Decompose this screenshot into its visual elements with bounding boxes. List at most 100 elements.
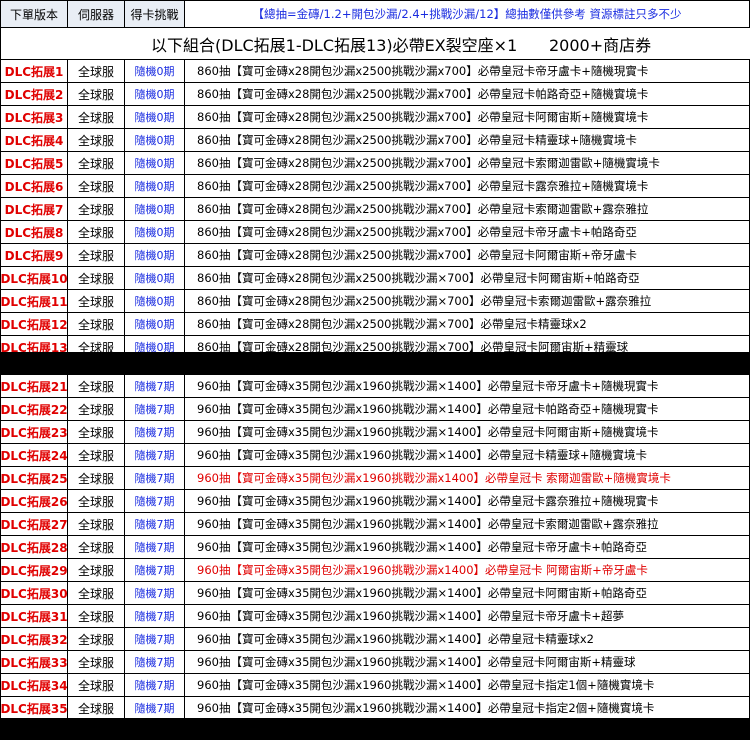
table-row: DLC拓展26 全球服 隨機7期 960抽【寶可金磚x35開包沙漏x1960挑戰沙漏×… bbox=[0, 490, 750, 513]
version-cell: DLC拓展12 bbox=[0, 313, 68, 336]
description-cell: 860抽【寶可金磚x28開包沙漏x2500挑戰沙漏×700】必帶皇冠卡阿爾宙斯+… bbox=[185, 267, 750, 290]
server-cell: 全球服 bbox=[68, 106, 125, 129]
challenge-cell: 隨機7期 bbox=[125, 674, 185, 697]
challenge-cell: 隨機7期 bbox=[125, 398, 185, 421]
version-cell: DLC拓展6 bbox=[0, 175, 68, 198]
description-cell: 960抽【寶可金磚x35開包沙漏x1960挑戰沙漏×1400】必帶皇冠卡阿爾宙斯… bbox=[185, 582, 750, 605]
description-cell: 960抽【寶可金磚x35開包沙漏x1960挑戰沙漏×1400】必帶皇冠卡帝牙盧卡… bbox=[185, 536, 750, 559]
version-cell: DLC拓展22 bbox=[0, 398, 68, 421]
table-row: DLC拓展30 全球服 隨機7期 960抽【寶可金磚x35開包沙漏x1960挑戰沙漏×… bbox=[0, 582, 750, 605]
description-cell: 960抽【寶可金磚x35開包沙漏x1960挑戰沙漏×1400】必帶皇冠卡帝牙盧卡… bbox=[185, 605, 750, 628]
challenge-cell: 隨機7期 bbox=[125, 651, 185, 674]
description-cell: 860抽【寶可金磚x28開包沙漏x2500挑戰沙漏x700】必帶皇冠卡帕路奇亞+… bbox=[185, 83, 750, 106]
challenge-cell: 隨機0期 bbox=[125, 198, 185, 221]
server-cell: 全球服 bbox=[68, 513, 125, 536]
table-row: DLC拓展8 全球服 隨機0期 860抽【寶可金磚x28開包沙漏x2500挑戰沙漏x7… bbox=[0, 221, 750, 244]
server-cell: 全球服 bbox=[68, 198, 125, 221]
challenge-cell: 隨機7期 bbox=[125, 536, 185, 559]
table-row: DLC拓展21 全球服 隨機7期 960抽【寶可金磚x35開包沙漏x1960挑戰沙漏×… bbox=[0, 375, 750, 398]
challenge-cell: 隨機7期 bbox=[125, 513, 185, 536]
table-row: DLC拓展27 全球服 隨機7期 960抽【寶可金磚x35開包沙漏x1960挑戰沙漏×… bbox=[0, 513, 750, 536]
description-cell: 860抽【寶可金磚x28開包沙漏x2500挑戰沙漏x700】必帶皇冠卡索爾迦雷歐… bbox=[185, 198, 750, 221]
challenge-cell: 隨機0期 bbox=[125, 152, 185, 175]
challenge-cell: 隨機0期 bbox=[125, 129, 185, 152]
challenge-cell: 隨機0期 bbox=[125, 106, 185, 129]
bottom-bar bbox=[0, 718, 750, 740]
description-cell: 960抽【寶可金磚x35開包沙漏x1960挑戰沙漏x1400】必帶皇冠卡 索爾迦… bbox=[185, 467, 750, 490]
header-note: 【總抽=金磚/1.2+開包沙漏/2.4+挑戰沙漏/12】總抽數僅供參考 資源標註… bbox=[185, 0, 750, 28]
version-cell: DLC拓展27 bbox=[0, 513, 68, 536]
version-cell: DLC拓展8 bbox=[0, 221, 68, 244]
description-cell: 860抽【寶可金磚x28開包沙漏x2500挑戰沙漏x700】必帶皇冠卡帝牙盧卡+… bbox=[185, 60, 750, 83]
server-cell: 全球服 bbox=[68, 444, 125, 467]
version-cell: DLC拓展23 bbox=[0, 421, 68, 444]
table-row: DLC拓展10 全球服 隨機0期 860抽【寶可金磚x28開包沙漏x2500挑戰沙漏×… bbox=[0, 267, 750, 290]
version-cell: DLC拓展1 bbox=[0, 60, 68, 83]
table-row: DLC拓展31 全球服 隨機7期 960抽【寶可金磚x35開包沙漏x1960挑戰沙漏×… bbox=[0, 605, 750, 628]
challenge-cell: 隨機7期 bbox=[125, 628, 185, 651]
version-cell: DLC拓展9 bbox=[0, 244, 68, 267]
table-row: DLC拓展28 全球服 隨機7期 960抽【寶可金磚x35開包沙漏x1960挑戰沙漏×… bbox=[0, 536, 750, 559]
version-cell: DLC拓展35 bbox=[0, 697, 68, 720]
server-cell: 全球服 bbox=[68, 60, 125, 83]
table-row: DLC拓展1 全球服 隨機0期 860抽【寶可金磚x28開包沙漏x2500挑戰沙漏x7… bbox=[0, 60, 750, 83]
description-cell: 960抽【寶可金磚x35開包沙漏x1960挑戰沙漏×1400】必帶皇冠卡阿爾宙斯… bbox=[185, 421, 750, 444]
description-cell: 860抽【寶可金磚x28開包沙漏x2500挑戰沙漏x700】必帶皇冠卡索爾迦雷歐… bbox=[185, 152, 750, 175]
description-cell: 960抽【寶可金磚x35開包沙漏x1960挑戰沙漏×1400】必帶皇冠卡精靈球x… bbox=[185, 628, 750, 651]
server-cell: 全球服 bbox=[68, 559, 125, 582]
server-cell: 全球服 bbox=[68, 244, 125, 267]
version-cell: DLC拓展7 bbox=[0, 198, 68, 221]
group-7-period: DLC拓展21 全球服 隨機7期 960抽【寶可金磚x35開包沙漏x1960挑戰沙漏×… bbox=[0, 375, 750, 720]
challenge-cell: 隨機0期 bbox=[125, 60, 185, 83]
description-cell: 960抽【寶可金磚x35開包沙漏x1960挑戰沙漏×1400】必帶皇冠卡指定2個… bbox=[185, 697, 750, 720]
description-cell: 960抽【寶可金磚x35開包沙漏x1960挑戰沙漏×1400】必帶皇冠卡帝牙盧卡… bbox=[185, 375, 750, 398]
challenge-cell: 隨機0期 bbox=[125, 175, 185, 198]
combo-title: 以下組合(DLC拓展1-DLC拓展13)必帶EX裂空座×1 2000+商店券 bbox=[0, 28, 750, 60]
table-row: DLC拓展3 全球服 隨機0期 860抽【寶可金磚x28開包沙漏x2500挑戰沙漏x7… bbox=[0, 106, 750, 129]
server-cell: 全球服 bbox=[68, 152, 125, 175]
server-cell: 全球服 bbox=[68, 651, 125, 674]
server-cell: 全球服 bbox=[68, 697, 125, 720]
challenge-cell: 隨機0期 bbox=[125, 221, 185, 244]
table-row: DLC拓展12 全球服 隨機0期 860抽【寶可金磚x28開包沙漏x2500挑戰沙漏×… bbox=[0, 313, 750, 336]
description-cell: 860抽【寶可金磚x28開包沙漏x2500挑戰沙漏x700】必帶皇冠卡阿爾宙斯+… bbox=[185, 244, 750, 267]
description-cell: 860抽【寶可金磚x28開包沙漏x2500挑戰沙漏x700】必帶皇冠卡帝牙盧卡+… bbox=[185, 221, 750, 244]
description-cell: 960抽【寶可金磚x35開包沙漏x1960挑戰沙漏×1400】必帶皇冠卡阿爾宙斯… bbox=[185, 651, 750, 674]
challenge-cell: 隨機0期 bbox=[125, 290, 185, 313]
table-row: DLC拓展23 全球服 隨機7期 960抽【寶可金磚x35開包沙漏x1960挑戰沙漏×… bbox=[0, 421, 750, 444]
server-cell: 全球服 bbox=[68, 129, 125, 152]
table-row: DLC拓展35 全球服 隨機7期 960抽【寶可金磚x35開包沙漏x1960挑戰沙漏×… bbox=[0, 697, 750, 720]
version-cell: DLC拓展33 bbox=[0, 651, 68, 674]
challenge-cell: 隨機0期 bbox=[125, 83, 185, 106]
table-row: DLC拓展11 全球服 隨機0期 860抽【寶可金磚x28開包沙漏x2500挑戰沙漏×… bbox=[0, 290, 750, 313]
table-header: 下單版本 伺服器 得卡挑戰 【總抽=金磚/1.2+開包沙漏/2.4+挑戰沙漏/1… bbox=[0, 0, 750, 28]
version-cell: DLC拓展21 bbox=[0, 375, 68, 398]
description-cell: 960抽【寶可金磚x35開包沙漏x1960挑戰沙漏x1400】必帶皇冠卡 阿爾宙… bbox=[185, 559, 750, 582]
table-row: DLC拓展34 全球服 隨機7期 960抽【寶可金磚x35開包沙漏x1960挑戰沙漏×… bbox=[0, 674, 750, 697]
challenge-cell: 隨機7期 bbox=[125, 375, 185, 398]
server-cell: 全球服 bbox=[68, 628, 125, 651]
version-cell: DLC拓展3 bbox=[0, 106, 68, 129]
description-cell: 960抽【寶可金磚x35開包沙漏x1960挑戰沙漏×1400】必帶皇冠卡指定1個… bbox=[185, 674, 750, 697]
table-row: DLC拓展2 全球服 隨機0期 860抽【寶可金磚x28開包沙漏x2500挑戰沙漏x7… bbox=[0, 83, 750, 106]
table-row: DLC拓展4 全球服 隨機0期 860抽【寶可金磚x28開包沙漏x2500挑戰沙漏x7… bbox=[0, 129, 750, 152]
challenge-cell: 隨機7期 bbox=[125, 467, 185, 490]
server-cell: 全球服 bbox=[68, 221, 125, 244]
version-cell: DLC拓展29 bbox=[0, 559, 68, 582]
description-cell: 860抽【寶可金磚x28開包沙漏x2500挑戰沙漏×700】必帶皇冠卡精靈球x2 bbox=[185, 313, 750, 336]
table-row: DLC拓展25 全球服 隨機7期 960抽【寶可金磚x35開包沙漏x1960挑戰沙漏x… bbox=[0, 467, 750, 490]
server-cell: 全球服 bbox=[68, 536, 125, 559]
version-cell: DLC拓展5 bbox=[0, 152, 68, 175]
description-cell: 860抽【寶可金磚x28開包沙漏x2500挑戰沙漏×700】必帶皇冠卡索爾迦雷歐… bbox=[185, 290, 750, 313]
server-cell: 全球服 bbox=[68, 490, 125, 513]
description-cell: 960抽【寶可金磚x35開包沙漏x1960挑戰沙漏×1400】必帶皇冠卡帕路奇亞… bbox=[185, 398, 750, 421]
version-cell: DLC拓展28 bbox=[0, 536, 68, 559]
header-server: 伺服器 bbox=[68, 0, 125, 28]
challenge-cell: 隨機0期 bbox=[125, 313, 185, 336]
challenge-cell: 隨機7期 bbox=[125, 490, 185, 513]
server-cell: 全球服 bbox=[68, 467, 125, 490]
version-cell: DLC拓展24 bbox=[0, 444, 68, 467]
server-cell: 全球服 bbox=[68, 83, 125, 106]
group-0-period: DLC拓展1 全球服 隨機0期 860抽【寶可金磚x28開包沙漏x2500挑戰沙漏x7… bbox=[0, 60, 750, 359]
server-cell: 全球服 bbox=[68, 290, 125, 313]
